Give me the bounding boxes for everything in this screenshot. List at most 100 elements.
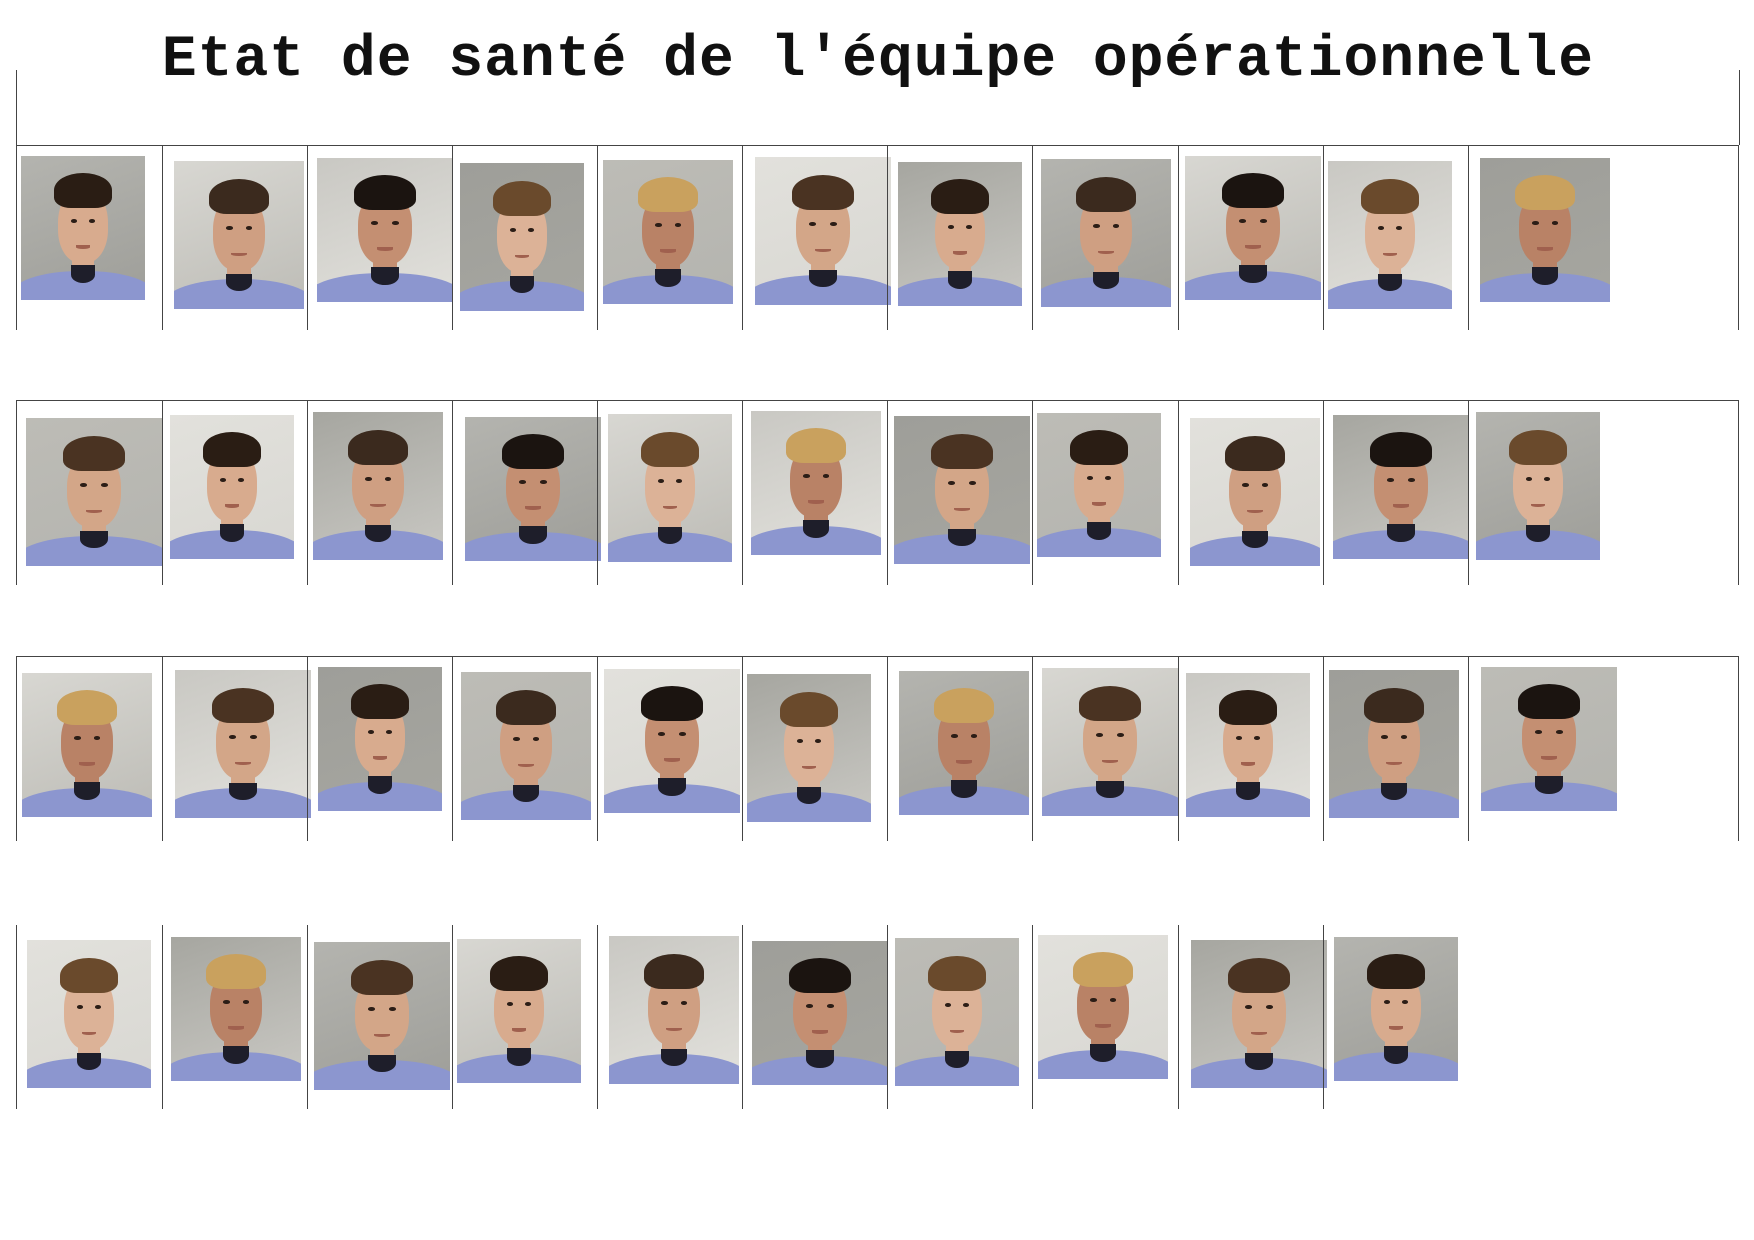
- hair: [931, 179, 989, 214]
- eye: [1235, 736, 1242, 740]
- collar: [367, 776, 393, 794]
- eye: [1096, 733, 1104, 737]
- portrait-cell: [887, 657, 1033, 841]
- portrait-photo: [174, 161, 304, 309]
- mouth: [75, 245, 91, 249]
- collar: [948, 528, 976, 547]
- portrait-photo: [1476, 412, 1600, 560]
- eye: [532, 737, 539, 741]
- collar: [803, 520, 829, 538]
- collar: [223, 1046, 249, 1064]
- hair: [1515, 175, 1575, 210]
- eye: [367, 730, 374, 734]
- portrait-photo: [751, 411, 881, 555]
- mouth: [1095, 1024, 1111, 1028]
- eye: [249, 735, 257, 739]
- mouth: [1240, 762, 1256, 766]
- portrait-photo: [608, 414, 732, 562]
- collar: [519, 526, 547, 544]
- collar: [947, 271, 973, 289]
- title-box: Etat de santé de l'équipe opérationnelle: [16, 0, 1740, 145]
- hair: [501, 434, 565, 469]
- portrait-photo: [1042, 668, 1178, 816]
- mouth: [372, 756, 388, 760]
- hair: [1073, 952, 1133, 987]
- collar: [219, 524, 245, 542]
- eye: [365, 477, 372, 481]
- portrait-cell: [1032, 146, 1178, 330]
- eye: [1400, 735, 1407, 739]
- hair: [1367, 954, 1425, 989]
- hair: [1361, 178, 1419, 215]
- eye: [1544, 477, 1551, 481]
- hair: [350, 959, 414, 996]
- eye: [1090, 998, 1097, 1002]
- portrait-row: [16, 656, 1739, 841]
- eye: [506, 1002, 513, 1006]
- portrait-cell: [16, 146, 162, 330]
- portrait-cell: [16, 657, 162, 841]
- hair: [348, 429, 408, 466]
- eye: [678, 732, 686, 736]
- hair: [638, 177, 698, 212]
- eye: [384, 477, 391, 481]
- eye: [1407, 478, 1415, 482]
- hair: [1364, 687, 1424, 724]
- portrait-photo: [1333, 415, 1469, 559]
- portrait-photo: [170, 415, 294, 559]
- eye: [674, 223, 681, 227]
- hair: [1225, 435, 1285, 472]
- eye: [74, 736, 81, 740]
- portrait-photo: [894, 416, 1030, 564]
- mouth: [1537, 247, 1553, 251]
- portrait-cell: [1032, 657, 1178, 841]
- eye: [1242, 483, 1249, 487]
- portrait-cell: [1178, 657, 1324, 841]
- portrait-cell: [742, 146, 891, 330]
- eye: [947, 225, 954, 229]
- mouth: [1388, 1026, 1404, 1030]
- portrait-cell: [742, 657, 888, 841]
- eye: [676, 479, 683, 483]
- portrait-photo: [313, 412, 443, 560]
- eye: [245, 226, 252, 230]
- mouth: [811, 1030, 829, 1034]
- portrait-photo: [604, 669, 740, 813]
- portrait-photo: [1185, 156, 1321, 300]
- eye: [1377, 226, 1384, 230]
- portrait-row: [16, 925, 1738, 1109]
- portrait-cell: [1178, 146, 1324, 330]
- hair: [60, 957, 118, 994]
- hair: [1227, 957, 1291, 994]
- collar: [1096, 780, 1124, 799]
- hair: [1070, 430, 1128, 465]
- portrait-cell: [1032, 925, 1178, 1109]
- page-title: Etat de santé de l'équipe opérationnelle: [161, 28, 1595, 93]
- hair: [640, 686, 704, 721]
- collar: [1235, 782, 1261, 800]
- portrait-cell: [16, 401, 162, 585]
- mouth: [511, 1028, 527, 1032]
- hair: [209, 178, 269, 215]
- eye: [661, 1001, 668, 1005]
- eye: [657, 479, 664, 483]
- mouth: [660, 249, 676, 253]
- portrait-photo: [26, 418, 162, 566]
- collar: [806, 1050, 834, 1068]
- portrait-cell: [452, 401, 601, 585]
- eye: [1265, 1005, 1273, 1009]
- mouth: [79, 762, 95, 766]
- hair: [1517, 684, 1581, 719]
- portrait-photo: [461, 672, 591, 820]
- eye: [968, 481, 976, 485]
- portrait-photo: [899, 671, 1029, 815]
- portrait-photo: [755, 157, 891, 305]
- collar: [809, 269, 837, 288]
- hair: [490, 956, 548, 991]
- portrait-cell: [162, 401, 308, 585]
- portrait-cell: [16, 925, 162, 1109]
- collar: [229, 782, 257, 801]
- portrait-cell: [1032, 401, 1178, 585]
- eye: [1261, 483, 1268, 487]
- eye: [680, 1001, 687, 1005]
